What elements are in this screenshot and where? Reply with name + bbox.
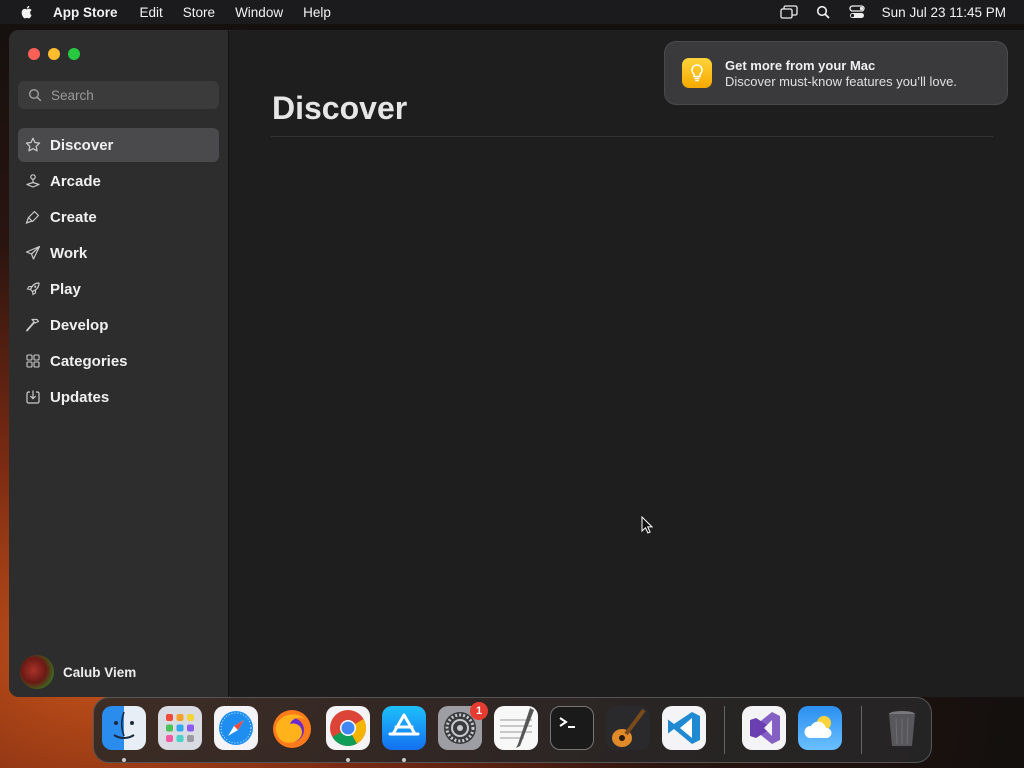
finder-icon[interactable] <box>102 706 146 750</box>
tips-lightbulb-icon <box>682 58 712 88</box>
sidebar-item-label: Updates <box>50 388 110 406</box>
menu-edit[interactable]: Edit <box>140 5 163 20</box>
sidebar-item-label: Create <box>50 208 97 226</box>
main-content: Discover <box>230 30 1024 697</box>
spotlight-search-icon[interactable] <box>814 5 832 19</box>
menu-bar: App Store Edit Store Window Help Sun Jul… <box>0 0 1024 24</box>
running-indicator <box>346 758 350 762</box>
sidebar-item-updates[interactable]: Updates <box>18 380 219 414</box>
sidebar-item-develop[interactable]: Develop <box>18 308 219 342</box>
apple-menu-icon[interactable] <box>19 4 35 20</box>
vscode-icon[interactable] <box>662 706 706 750</box>
grid-icon <box>24 352 42 370</box>
running-indicator <box>122 758 126 762</box>
download-icon <box>24 388 42 406</box>
notification-badge: 1 <box>470 702 488 720</box>
visual-studio-icon[interactable] <box>742 706 786 750</box>
notification-body: Discover must-know features you’ll love. <box>725 73 957 89</box>
sidebar-item-create[interactable]: Create <box>18 200 219 234</box>
rocket-icon <box>24 280 42 298</box>
search-field[interactable] <box>18 81 219 109</box>
garageband-icon[interactable] <box>606 706 650 750</box>
running-indicator <box>402 758 406 762</box>
menu-help[interactable]: Help <box>303 5 331 20</box>
notification-text: Get more from your Mac Discover must-kno… <box>725 58 957 89</box>
weather-icon[interactable] <box>798 706 842 750</box>
sidebar-item-discover[interactable]: Discover <box>18 128 219 162</box>
sidebar-item-play[interactable]: Play <box>18 272 219 306</box>
sidebar-nav: Discover Arcade Create Work Play Develop <box>18 128 219 416</box>
terminal-icon[interactable] <box>550 706 594 750</box>
sidebar-item-categories[interactable]: Categories <box>18 344 219 378</box>
maximize-button[interactable] <box>68 48 80 60</box>
launchpad-icon[interactable] <box>158 706 202 750</box>
sidebar-item-label: Categories <box>50 352 128 370</box>
menu-app-name[interactable]: App Store <box>53 5 118 20</box>
sidebar-item-work[interactable]: Work <box>18 236 219 270</box>
user-name: Calub Viem <box>63 664 137 680</box>
account-button[interactable]: Calub Viem <box>20 655 136 689</box>
search-icon <box>28 88 42 102</box>
sidebar-item-arcade[interactable]: Arcade <box>18 164 219 198</box>
app-store-icon[interactable] <box>382 706 426 750</box>
notification-title: Get more from your Mac <box>725 57 876 73</box>
paper-plane-icon <box>24 244 42 262</box>
system-settings-icon[interactable]: 1 <box>438 702 488 750</box>
brush-icon <box>24 208 42 226</box>
safari-icon[interactable] <box>214 706 258 750</box>
hammer-icon <box>24 316 42 334</box>
dock: 1 <box>93 697 932 763</box>
avatar <box>20 655 54 689</box>
app-store-window: Discover Arcade Create Work Play Develop <box>9 30 1024 697</box>
sidebar-item-label: Develop <box>50 316 109 334</box>
page-title: Discover <box>272 90 408 126</box>
textedit-icon[interactable] <box>494 706 538 750</box>
screen-mirroring-icon[interactable] <box>780 5 798 19</box>
sidebar-item-label: Arcade <box>50 172 101 190</box>
dock-separator <box>861 706 862 754</box>
mouse-cursor-icon <box>641 516 653 534</box>
control-center-icon[interactable] <box>848 5 866 19</box>
menubar-clock[interactable]: Sun Jul 23 11:45 PM <box>882 5 1006 20</box>
sidebar: Discover Arcade Create Work Play Develop <box>9 30 229 697</box>
close-button[interactable] <box>28 48 40 60</box>
search-input[interactable] <box>51 87 201 103</box>
title-divider <box>271 136 993 137</box>
notification-banner[interactable]: Get more from your Mac Discover must-kno… <box>664 41 1008 105</box>
joystick-icon <box>24 172 42 190</box>
menu-store[interactable]: Store <box>183 5 215 20</box>
sidebar-item-label: Discover <box>50 136 114 154</box>
sidebar-item-label: Work <box>50 244 88 262</box>
star-icon <box>24 136 42 154</box>
minimize-button[interactable] <box>48 48 60 60</box>
dock-separator <box>724 706 725 754</box>
trash-icon[interactable] <box>880 706 924 750</box>
sidebar-item-label: Play <box>50 280 81 298</box>
window-controls <box>28 48 88 60</box>
firefox-icon[interactable] <box>270 706 314 750</box>
menu-window[interactable]: Window <box>235 5 283 20</box>
chrome-icon[interactable] <box>326 706 370 750</box>
